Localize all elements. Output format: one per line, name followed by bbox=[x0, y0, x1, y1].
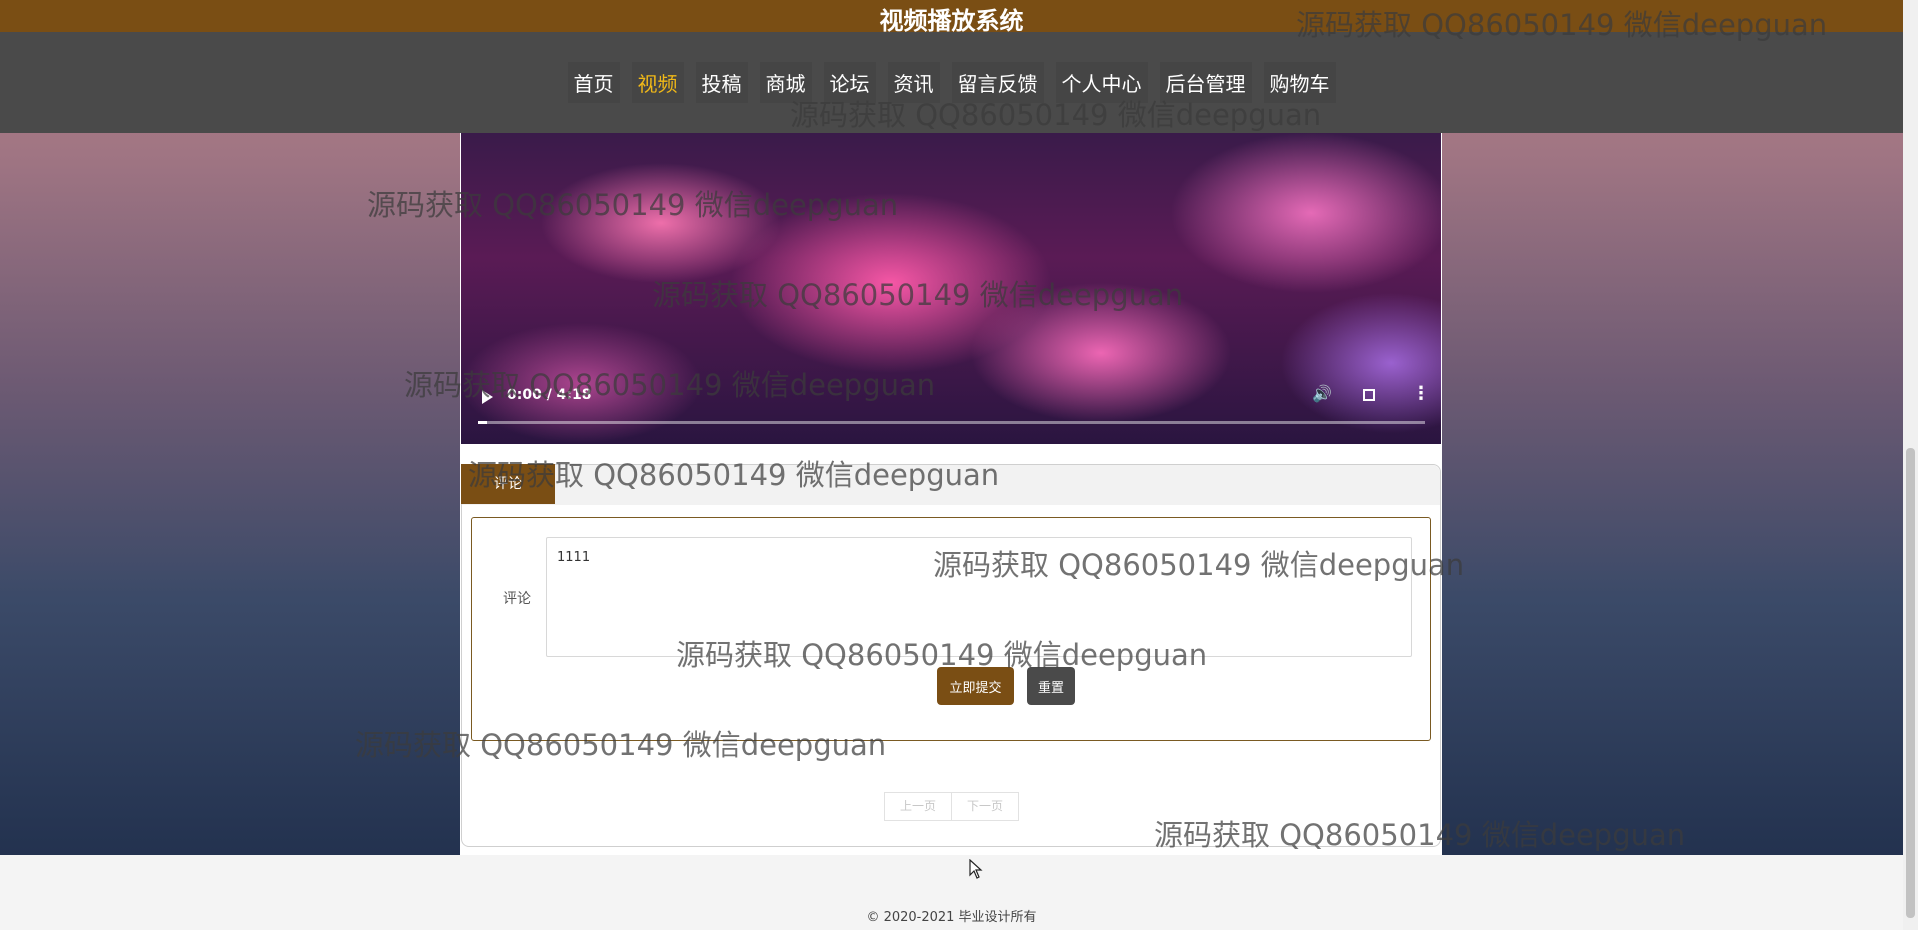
nav-item-mall[interactable]: 商城 bbox=[759, 62, 812, 103]
play-icon[interactable] bbox=[482, 390, 493, 404]
nav-item-cart[interactable]: 购物车 bbox=[1263, 62, 1336, 103]
submit-button[interactable]: 立即提交 bbox=[937, 667, 1014, 705]
footer-copyright: © 2020-2021 毕业设计所有 bbox=[866, 910, 1037, 925]
nav-item-profile[interactable]: 个人中心 bbox=[1055, 62, 1148, 103]
video-progress-bar[interactable] bbox=[478, 421, 1425, 424]
menu-icon[interactable]: ⋮ bbox=[1412, 383, 1430, 404]
reset-button[interactable]: 重置 bbox=[1027, 667, 1075, 705]
video-progress-fill bbox=[478, 421, 488, 424]
nav-item-feedback[interactable]: 留言反馈 bbox=[951, 62, 1044, 103]
comment-textarea[interactable]: 1111 bbox=[546, 537, 1412, 657]
scrollbar-thumb[interactable] bbox=[1906, 448, 1915, 918]
nav-item-home[interactable]: 首页 bbox=[567, 62, 620, 103]
next-page-button[interactable]: 下一页 bbox=[951, 792, 1019, 821]
nav-item-video[interactable]: 视频 bbox=[631, 62, 684, 103]
main-nav: 首页 视频 投稿 商城 论坛 资讯 留言反馈 个人中心 后台管理 购物车 bbox=[0, 32, 1903, 133]
nav-item-news[interactable]: 资讯 bbox=[887, 62, 940, 103]
prev-page-button[interactable]: 上一页 bbox=[884, 792, 952, 821]
volume-icon[interactable]: 🔊 bbox=[1312, 384, 1332, 403]
comment-field-label: 评论 bbox=[503, 591, 531, 607]
nav-item-forum[interactable]: 论坛 bbox=[823, 62, 876, 103]
tab-comment[interactable]: 评论 bbox=[461, 464, 555, 504]
mouse-cursor-icon bbox=[969, 859, 983, 879]
video-time: 0:00 / 4:18 bbox=[507, 387, 592, 403]
comment-tab-bar bbox=[462, 465, 1440, 505]
nav-item-admin[interactable]: 后台管理 bbox=[1159, 62, 1252, 103]
video-player[interactable] bbox=[461, 133, 1441, 444]
site-title: 视频播放系统 bbox=[879, 7, 1024, 35]
nav-item-submit[interactable]: 投稿 bbox=[695, 62, 748, 103]
fullscreen-icon[interactable] bbox=[1363, 389, 1375, 401]
